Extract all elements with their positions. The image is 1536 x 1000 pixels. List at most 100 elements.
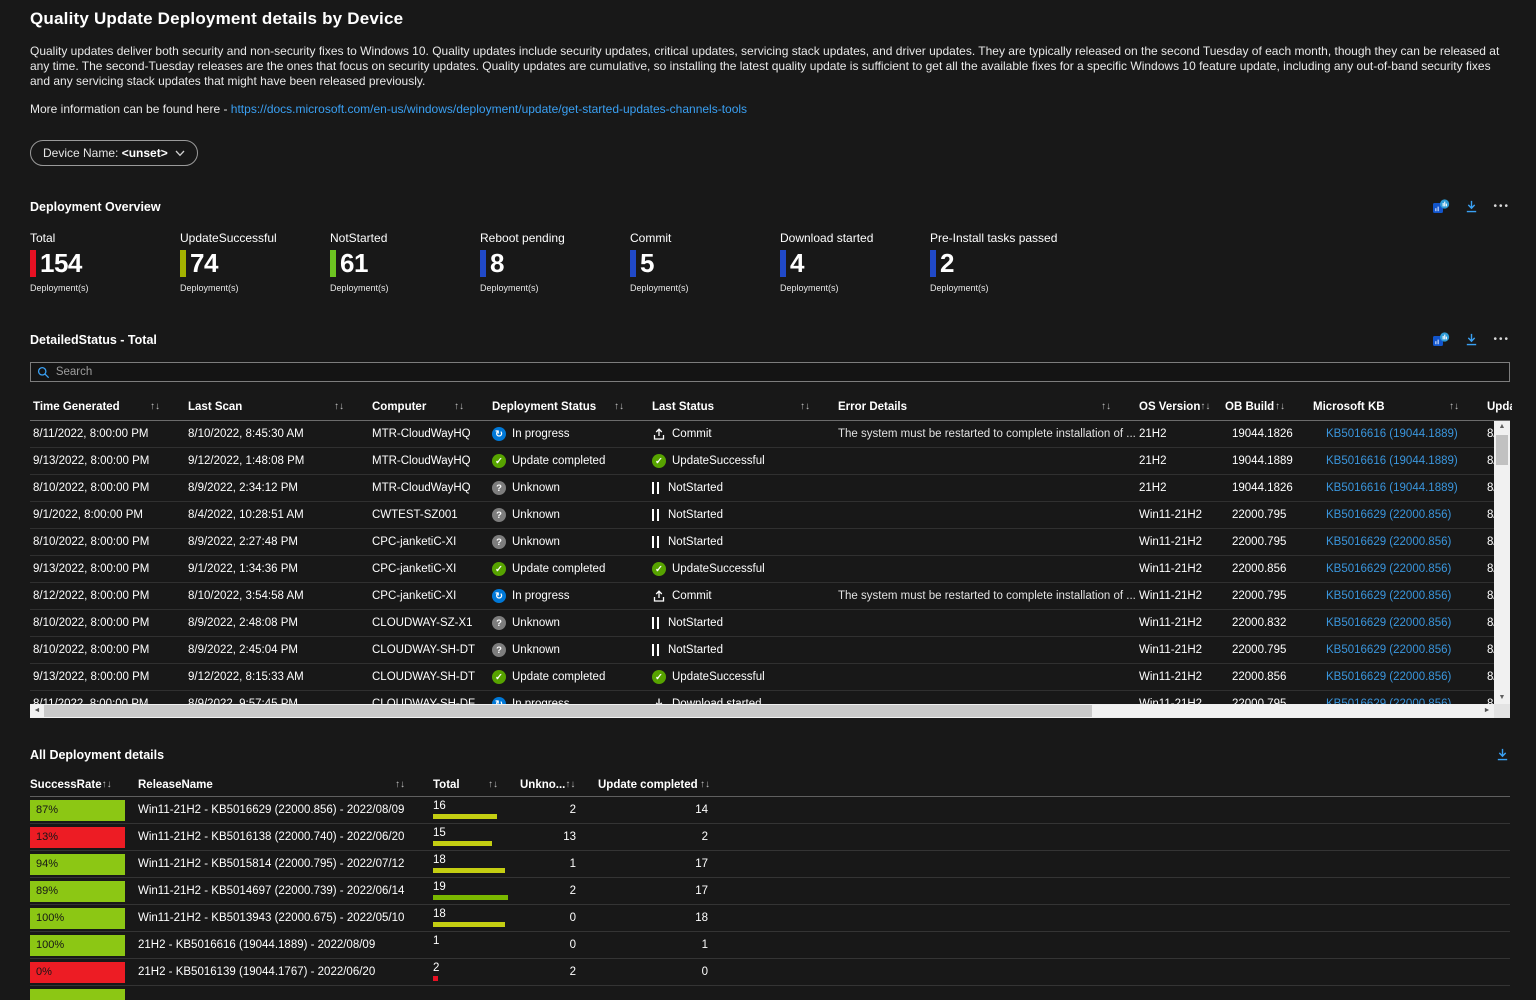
sort-arrows-icon[interactable]: ↑↓ xyxy=(395,779,405,790)
table-row[interactable]: 100% Win11-21H2 - KB5013943 (22000.675) -… xyxy=(30,905,1510,932)
cell-deployment-status: ? Unknown xyxy=(489,535,649,549)
table-row[interactable]: 8/12/2022, 8:00:00 PM 8/10/2022, 3:54:58 … xyxy=(30,583,1510,610)
table-row[interactable]: 8/10/2022, 8:00:00 PM 8/9/2022, 2:34:12 P… xyxy=(30,475,1510,502)
sort-arrows-icon[interactable]: ↑↓ xyxy=(150,401,160,412)
kb-link[interactable]: KB5016629 (22000.856) xyxy=(1326,563,1451,575)
column-header-label: Total xyxy=(433,778,460,791)
sort-arrows-icon[interactable]: ↑↓ xyxy=(1200,401,1210,412)
column-header[interactable]: Total ↑↓ xyxy=(430,779,508,791)
commit-icon xyxy=(652,589,666,603)
column-header[interactable]: Time Generated ↑↓ xyxy=(30,401,185,413)
scroll-left-arrow[interactable]: ◄ xyxy=(30,704,44,718)
kpi-label: Reboot pending xyxy=(480,231,565,245)
kpi-value: 5 xyxy=(640,247,654,278)
cell-success-rate: 13% xyxy=(30,826,133,848)
logs-query-icon[interactable] xyxy=(1433,332,1450,347)
cell-release-name: 21H2 - KB5016616 (19044.1889) - 2022/08/… xyxy=(138,939,376,951)
table-row[interactable]: 9/13/2022, 8:00:00 PM 9/12/2022, 1:48:08 … xyxy=(30,448,1510,475)
docs-link[interactable]: https://docs.microsoft.com/en-us/windows… xyxy=(231,102,747,116)
kb-link[interactable]: KB5016629 (22000.856) xyxy=(1326,590,1451,602)
table-row[interactable]: 100% 21H2 - KB5016616 (19044.1889) - 2022… xyxy=(30,932,1510,959)
column-header[interactable]: Unkno... ↑↓ xyxy=(508,779,578,791)
sort-arrows-icon[interactable]: ↑↓ xyxy=(488,779,498,790)
column-header[interactable]: Upda xyxy=(1484,401,1512,413)
table-row-partial[interactable] xyxy=(30,986,1510,1000)
vertical-scrollbar[interactable]: ▲ ▼ xyxy=(1494,421,1510,704)
vertical-scroll-thumb[interactable] xyxy=(1496,435,1508,465)
table-row[interactable]: 8/10/2022, 8:00:00 PM 8/9/2022, 2:48:08 P… xyxy=(30,610,1510,637)
sort-arrows-icon[interactable]: ↑↓ xyxy=(1449,401,1459,412)
column-header[interactable]: Last Status ↑↓ xyxy=(649,401,835,413)
detailed-status-table: Time Generated ↑↓ Last Scan ↑↓ Computer ↑↓ Dep… xyxy=(30,393,1512,718)
cell-computer: CPC-janketiC-XI xyxy=(372,563,457,575)
column-header[interactable]: SuccessRate ↑↓ xyxy=(30,779,133,791)
more-menu-icon[interactable]: ••• xyxy=(1493,201,1510,211)
column-header-label: Time Generated xyxy=(33,400,120,413)
cell-os-version: Win11-21H2 xyxy=(1139,509,1203,521)
kb-link[interactable]: KB5016629 (22000.856) xyxy=(1326,536,1451,548)
kb-link[interactable]: KB5016616 (19044.1889) xyxy=(1326,482,1458,494)
kb-link[interactable]: KB5016629 (22000.856) xyxy=(1326,617,1451,629)
table-row[interactable]: 13% Win11-21H2 - KB5016138 (22000.740) - … xyxy=(30,824,1510,851)
horizontal-scrollbar[interactable]: ◄ ► xyxy=(30,704,1494,718)
table-row[interactable]: 0% 21H2 - KB5016139 (19044.1767) - 2022/0… xyxy=(30,959,1510,986)
kb-link[interactable]: KB5016616 (19044.1889) xyxy=(1326,428,1458,440)
table-row[interactable]: 9/13/2022, 8:00:00 PM 9/12/2022, 8:15:33 … xyxy=(30,664,1510,691)
more-menu-icon[interactable]: ••• xyxy=(1493,334,1510,344)
sort-arrows-icon[interactable]: ↑↓ xyxy=(1101,401,1111,412)
horizontal-scroll-thumb[interactable] xyxy=(44,705,1092,717)
cell-release-name: Win11-21H2 - KB5016629 (22000.856) - 202… xyxy=(138,804,405,816)
search-input[interactable] xyxy=(55,366,1503,378)
sort-arrows-icon[interactable]: ↑↓ xyxy=(1275,401,1285,412)
kpi-value: 2 xyxy=(940,247,954,278)
sort-arrows-icon[interactable]: ↑↓ xyxy=(454,401,464,412)
export-download-icon[interactable] xyxy=(1464,332,1479,347)
kb-link[interactable]: KB5016629 (22000.856) xyxy=(1326,644,1451,656)
sort-arrows-icon[interactable]: ↑↓ xyxy=(565,779,575,790)
scroll-right-arrow[interactable]: ► xyxy=(1480,704,1494,718)
scroll-up-arrow[interactable]: ▲ xyxy=(1494,421,1510,433)
logs-query-icon[interactable] xyxy=(1433,199,1450,214)
sort-arrows-icon[interactable]: ↑↓ xyxy=(102,779,112,790)
sort-arrows-icon[interactable]: ↑↓ xyxy=(800,401,810,412)
table-row[interactable]: 8/11/2022, 8:00:00 PM 8/10/2022, 8:45:30 … xyxy=(30,421,1510,448)
cell-release-name: Win11-21H2 - KB5016138 (22000.740) - 202… xyxy=(138,831,405,843)
kb-link[interactable]: KB5016629 (22000.856) xyxy=(1326,671,1451,683)
table-row[interactable]: 8/10/2022, 8:00:00 PM 8/9/2022, 2:45:04 P… xyxy=(30,637,1510,664)
export-download-icon[interactable] xyxy=(1464,199,1479,214)
device-name-filter[interactable]: Device Name: <unset> xyxy=(30,140,198,166)
sort-arrows-icon[interactable]: ↑↓ xyxy=(334,401,344,412)
column-header[interactable]: Deployment Status ↑↓ xyxy=(489,401,649,413)
kpi-color-bar xyxy=(180,249,186,277)
scroll-down-arrow[interactable]: ▼ xyxy=(1494,692,1510,704)
detailed-title: DetailedStatus - Total xyxy=(30,332,157,347)
column-header[interactable]: OB Build ↑↓ xyxy=(1222,401,1310,413)
table-row[interactable]: 94% Win11-21H2 - KB5015814 (22000.795) - … xyxy=(30,851,1510,878)
column-header[interactable]: ReleaseName ↑↓ xyxy=(133,779,430,791)
column-header[interactable]: OS Version ↑↓ xyxy=(1136,401,1222,413)
column-header[interactable]: Error Details ↑↓ xyxy=(835,401,1136,413)
kpi-tile: Total 154 Deployment(s) xyxy=(30,231,180,293)
export-download-icon[interactable] xyxy=(1495,747,1510,762)
cell-time-generated: 9/13/2022, 8:00:00 PM xyxy=(33,671,150,683)
table-row[interactable]: 9/1/2022, 8:00:00 PM 8/4/2022, 10:28:51 A… xyxy=(30,502,1510,529)
cell-time-generated: 9/13/2022, 8:00:00 PM xyxy=(33,563,150,575)
table-row[interactable]: 9/13/2022, 8:00:00 PM 9/1/2022, 1:34:36 P… xyxy=(30,556,1510,583)
table-row[interactable]: 87% Win11-21H2 - KB5016629 (22000.856) - … xyxy=(30,797,1510,824)
cell-deployment-status: ✓ Update completed xyxy=(489,454,649,468)
column-header[interactable]: Computer ↑↓ xyxy=(369,401,489,413)
column-header[interactable]: Last Scan ↑↓ xyxy=(185,401,369,413)
column-header[interactable]: Microsoft KB ↑↓ xyxy=(1310,401,1484,413)
column-header[interactable]: Update completed ↑↓ xyxy=(578,779,710,791)
table-row[interactable]: 89% Win11-21H2 - KB5014697 (22000.739) - … xyxy=(30,878,1510,905)
table-row[interactable]: 8/10/2022, 8:00:00 PM 8/9/2022, 2:27:48 P… xyxy=(30,529,1510,556)
sort-arrows-icon[interactable]: ↑↓ xyxy=(614,401,624,412)
cell-release-name: Win11-21H2 - KB5014697 (22000.739) - 202… xyxy=(138,885,405,897)
cell-release-name: Win11-21H2 - KB5013943 (22000.675) - 202… xyxy=(138,912,405,924)
kpi-color-bar xyxy=(480,249,486,277)
kb-link[interactable]: KB5016616 (19044.1889) xyxy=(1326,455,1458,467)
sort-arrows-icon[interactable]: ↑↓ xyxy=(700,779,710,790)
search-box[interactable] xyxy=(30,362,1510,382)
column-header-label: OB Build xyxy=(1225,400,1275,413)
kb-link[interactable]: KB5016629 (22000.856) xyxy=(1326,509,1451,521)
